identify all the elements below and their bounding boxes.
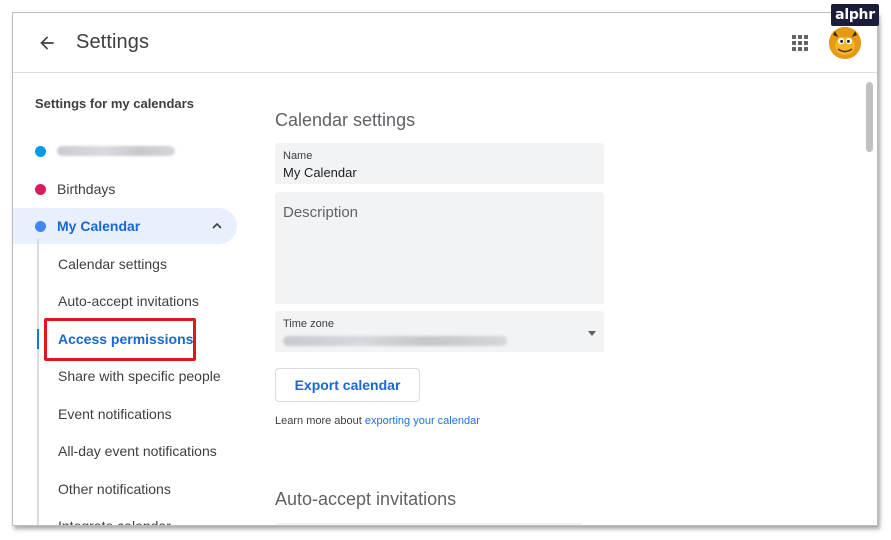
apps-grid-icon xyxy=(792,35,808,51)
timezone-label: Time zone xyxy=(283,318,334,330)
learn-more-prefix: Learn more about xyxy=(275,415,362,427)
export-calendar-button[interactable]: Export calendar xyxy=(275,368,420,402)
exporting-calendar-link[interactable]: exporting your calendar xyxy=(365,415,480,427)
google-apps-button[interactable] xyxy=(789,32,811,54)
top-app-bar: Settings xyxy=(13,13,877,73)
sidebar-calendar-birthdays[interactable]: Birthdays xyxy=(13,171,237,207)
sidebar-heading: Settings for my calendars xyxy=(35,96,194,111)
calendar-label: Birthdays xyxy=(57,181,116,197)
account-avatar[interactable] xyxy=(829,27,861,59)
sidebar-item-other-notifications[interactable]: Other notifications xyxy=(58,481,171,497)
chevron-up-icon[interactable] xyxy=(211,220,223,232)
sidebar-item-event-notifications[interactable]: Event notifications xyxy=(58,406,172,422)
calendar-label: My Calendar xyxy=(57,218,141,234)
section-title-calendar-settings: Calendar settings xyxy=(275,110,416,130)
sub-menu-tree-line xyxy=(37,239,39,525)
sidebar-item-integrate-calendar[interactable]: Integrate calendar xyxy=(58,518,171,525)
description-placeholder: Description xyxy=(283,204,359,221)
timezone-select[interactable]: Time zone xyxy=(275,311,604,352)
alphr-watermark: alphr xyxy=(831,4,879,26)
vertical-scrollbar[interactable] xyxy=(861,74,877,525)
page-title: Settings xyxy=(76,31,150,53)
back-button[interactable] xyxy=(33,29,61,57)
calendar-color-dot xyxy=(35,145,46,157)
active-indicator xyxy=(37,329,39,349)
sidebar-item-access-permissions[interactable]: Access permissions xyxy=(58,331,193,347)
redacted-calendar-name xyxy=(57,146,175,156)
arrow-back-icon xyxy=(40,36,54,50)
settings-window: Settings Settings for my calendars Birth… xyxy=(12,12,878,526)
sidebar-calendar-blurred[interactable] xyxy=(13,133,237,169)
settings-main-panel: Calendar settings Name My Calendar Descr… xyxy=(253,74,861,525)
sidebar-calendar-my-calendar[interactable]: My Calendar xyxy=(13,208,237,244)
calendar-color-dot xyxy=(35,220,46,232)
arrow-drop-down-icon xyxy=(588,331,596,336)
auto-accept-field[interactable] xyxy=(275,523,583,525)
sidebar-item-share-specific[interactable]: Share with specific people xyxy=(58,368,221,384)
name-field-value: My Calendar xyxy=(283,165,357,180)
sidebar-item-calendar-settings[interactable]: Calendar settings xyxy=(58,256,167,272)
description-field[interactable]: Description xyxy=(275,192,604,304)
avatar-image xyxy=(829,27,861,59)
sidebar-item-allday-notifications[interactable]: All-day event notifications xyxy=(58,443,217,459)
scroll-thumb[interactable] xyxy=(866,82,873,152)
name-field[interactable]: Name My Calendar xyxy=(275,143,604,184)
redacted-timezone-value xyxy=(283,336,507,346)
section-title-auto-accept: Auto-accept invitations xyxy=(275,489,457,509)
learn-more-text: Learn more about exporting your calendar xyxy=(275,415,480,427)
name-field-label: Name xyxy=(283,150,313,162)
settings-sidebar: Settings for my calendars Birthdays My C… xyxy=(13,74,253,525)
calendar-color-dot xyxy=(35,183,46,195)
sidebar-item-auto-accept[interactable]: Auto-accept invitations xyxy=(58,293,199,309)
